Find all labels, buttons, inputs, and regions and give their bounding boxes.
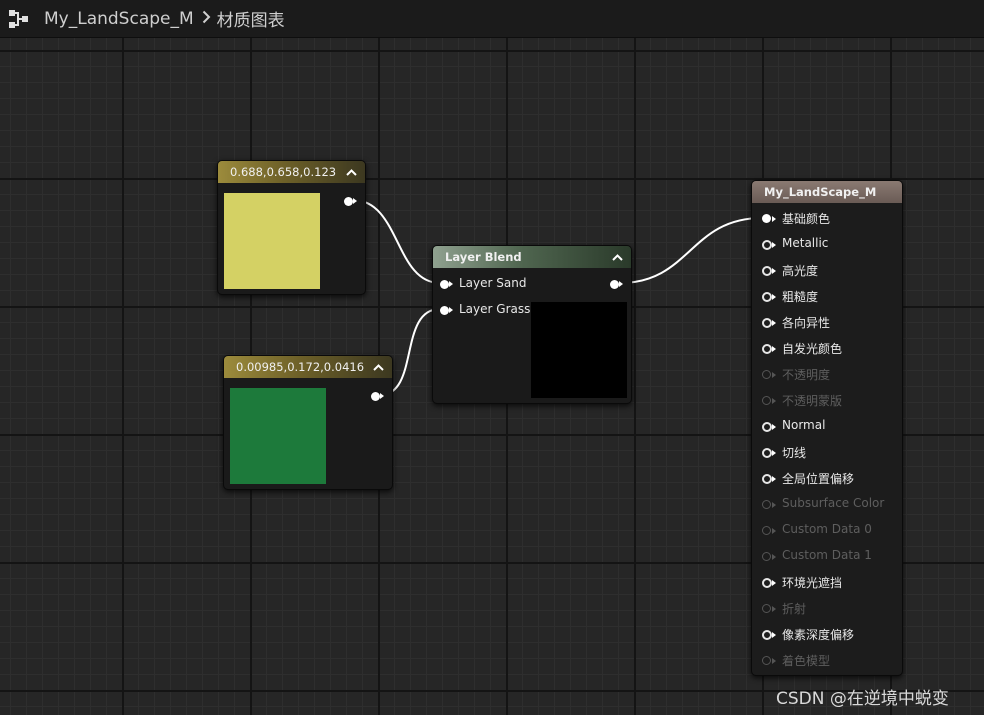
output-pin[interactable]: [610, 280, 619, 289]
pin-arrow-icon: [772, 658, 776, 664]
node-header[interactable]: Layer Blend: [433, 246, 631, 268]
pin-arrow-icon: [772, 398, 776, 404]
input-pin[interactable]: [762, 422, 772, 432]
chevron-up-icon[interactable]: [372, 362, 384, 372]
input-label: Metallic: [782, 236, 829, 250]
output-pin[interactable]: [344, 197, 353, 206]
pin-arrow-icon: [772, 476, 776, 482]
breadcrumb-bar: My_LandScape_M 材质图表: [0, 0, 984, 38]
watermark: CSDN @在逆境中蜕变: [776, 689, 949, 709]
input-pin[interactable]: [762, 578, 772, 588]
input-pin[interactable]: [762, 396, 771, 405]
pin-arrow-icon: [772, 502, 776, 508]
input-pin[interactable]: [762, 318, 772, 328]
pin-arrow-icon: [772, 216, 776, 222]
chevron-up-icon[interactable]: [345, 167, 357, 177]
color-swatch: [224, 193, 320, 289]
pin-arrow-icon: [772, 606, 776, 612]
constant3-node-green[interactable]: 0.00985,0.172,0.0416: [223, 355, 393, 490]
pin-arrow-icon: [449, 281, 453, 287]
input-pin[interactable]: [762, 552, 771, 561]
input-label: 基础颜色: [782, 212, 831, 226]
graph-icon: [8, 8, 30, 30]
input-label: 像素深度偏移: [782, 628, 855, 642]
chevron-right-icon: [202, 9, 211, 28]
input-label: 切线: [782, 446, 807, 460]
pin-arrow-icon: [772, 268, 776, 274]
input-label: 不透明蒙版: [782, 394, 843, 408]
pin-arrow-icon: [772, 242, 776, 248]
chevron-up-icon[interactable]: [611, 252, 623, 262]
input-label-layer-sand: Layer Sand: [459, 276, 527, 290]
input-pin[interactable]: [762, 266, 772, 276]
input-pin[interactable]: [762, 474, 772, 484]
input-pin[interactable]: [762, 214, 771, 223]
pin-arrow-icon: [772, 346, 776, 352]
input-label: 高光度: [782, 264, 819, 278]
input-pin[interactable]: [762, 292, 772, 302]
input-pin[interactable]: [762, 604, 771, 613]
input-pin[interactable]: [762, 630, 772, 640]
pin-arrow-icon: [772, 320, 776, 326]
pin-arrow-icon: [772, 372, 776, 378]
node-title: My_LandScape_M: [764, 185, 877, 199]
input-pin[interactable]: [762, 656, 771, 665]
node-title: 0.688,0.658,0.123: [230, 165, 337, 179]
node-header[interactable]: 0.688,0.658,0.123: [218, 161, 365, 183]
input-pin[interactable]: [762, 448, 772, 458]
input-label: 环境光遮挡: [782, 576, 843, 590]
breadcrumb-asset[interactable]: My_LandScape_M: [44, 9, 194, 29]
input-pin[interactable]: [762, 370, 771, 379]
input-pin[interactable]: [762, 500, 771, 509]
pin-arrow-icon: [772, 632, 776, 638]
pin-arrow-icon: [772, 450, 776, 456]
input-pin[interactable]: [762, 240, 772, 250]
breadcrumb-graph[interactable]: 材质图表: [217, 6, 285, 31]
input-label: Custom Data 1: [782, 548, 872, 562]
input-label: Normal: [782, 418, 826, 432]
input-label-layer-grass: Layer Grass: [459, 302, 531, 316]
node-title: Layer Blend: [445, 250, 522, 264]
pin-arrow-icon: [772, 580, 776, 586]
input-label: 折射: [782, 602, 807, 616]
input-label: Subsurface Color: [782, 496, 885, 510]
input-label: 自发光颜色: [782, 342, 843, 356]
pin-arrow-icon: [772, 294, 776, 300]
pin-arrow-icon: [772, 554, 776, 560]
pin-arrow-icon: [619, 281, 623, 287]
constant3-node-yellow[interactable]: 0.688,0.658,0.123: [217, 160, 366, 295]
input-label: 粗糙度: [782, 290, 819, 304]
pin-arrow-icon: [380, 393, 384, 399]
node-header[interactable]: 0.00985,0.172,0.0416: [224, 356, 392, 378]
color-swatch: [230, 388, 326, 484]
preview-thumbnail: [531, 302, 627, 398]
wire-yellow-to-sand: [352, 199, 441, 284]
layer-blend-node[interactable]: Layer Blend Layer Sand Layer Grass: [432, 245, 632, 404]
input-label: 着色模型: [782, 654, 831, 668]
input-label: 不透明度: [782, 368, 831, 382]
input-pin[interactable]: [762, 344, 772, 354]
input-pin-layer-grass[interactable]: [440, 306, 449, 315]
input-pin[interactable]: [762, 526, 771, 535]
node-header[interactable]: My_LandScape_M: [752, 181, 902, 203]
pin-arrow-icon: [772, 528, 776, 534]
input-pin-layer-sand[interactable]: [440, 280, 449, 289]
pin-arrow-icon: [449, 307, 453, 313]
pin-arrow-icon: [772, 424, 776, 430]
material-result-node[interactable]: My_LandScape_M 基础颜色 Metallic 高光度粗糙度各向异性自发光…: [751, 180, 903, 676]
input-label: 全局位置偏移: [782, 472, 855, 486]
pin-arrow-icon: [353, 198, 357, 204]
wire-blend-to-basecolor: [619, 217, 763, 284]
output-pin[interactable]: [371, 392, 380, 401]
input-label: Custom Data 0: [782, 522, 872, 536]
node-title: 0.00985,0.172,0.0416: [236, 360, 365, 374]
input-label: 各向异性: [782, 316, 831, 330]
